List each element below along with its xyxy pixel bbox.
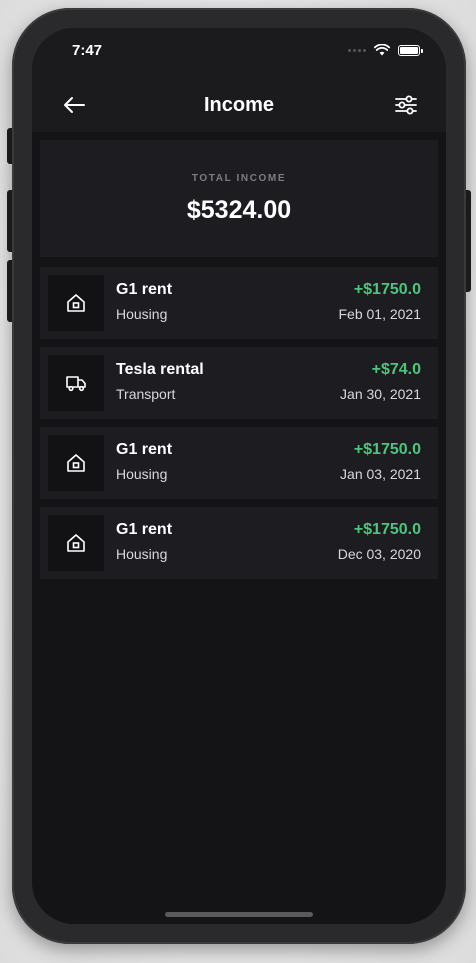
transaction-amount: +$1750.0 <box>353 441 421 458</box>
status-indicators <box>348 44 423 56</box>
home-icon <box>67 454 85 472</box>
notch <box>136 28 342 58</box>
transaction-row[interactable]: G1 rent Housing +$1750.0 Dec 03, 2020 <box>40 507 438 579</box>
transaction-row[interactable]: G1 rent Housing +$1750.0 Jan 03, 2021 <box>40 427 438 499</box>
truck-icon <box>66 376 86 392</box>
category-icon-box <box>48 355 104 411</box>
status-bar: 7:47 <box>32 28 446 78</box>
battery-icon <box>398 44 423 56</box>
wifi-icon <box>374 44 390 56</box>
transaction-title: G1 rent <box>116 281 173 298</box>
transaction-category: Housing <box>116 466 168 482</box>
total-income-label: TOTAL INCOME <box>191 172 287 184</box>
category-icon-box <box>48 275 104 331</box>
transaction-row[interactable]: G1 rent Housing +$1750.0 Feb 01, 2021 <box>40 267 438 339</box>
home-icon <box>67 294 85 312</box>
category-icon-box <box>48 435 104 491</box>
signal-icon <box>348 48 366 52</box>
page-title: Income <box>203 93 275 116</box>
transaction-date: Feb 01, 2021 <box>338 306 421 322</box>
transaction-amount: +$74.0 <box>371 361 421 378</box>
income-content: TOTAL INCOME $5324.00 G1 rent Housing +$… <box>40 140 438 587</box>
transaction-category: Housing <box>116 306 168 322</box>
back-button[interactable] <box>60 91 88 119</box>
device-stage: 7:47 Income TOTAL INCOME $5324.00 G1 ren… <box>0 0 476 963</box>
transaction-title: G1 rent <box>116 521 173 538</box>
arrow-left-icon <box>64 97 85 113</box>
nav-bar: Income <box>32 78 446 132</box>
phone-frame: 7:47 Income TOTAL INCOME $5324.00 G1 ren… <box>12 8 466 944</box>
transaction-date: Jan 03, 2021 <box>340 466 421 482</box>
transaction-title: G1 rent <box>116 441 173 458</box>
transaction-row[interactable]: Tesla rental Transport +$74.0 Jan 30, 20… <box>40 347 438 419</box>
filter-button[interactable] <box>392 91 420 119</box>
home-indicator[interactable] <box>165 912 313 917</box>
transaction-amount: +$1750.0 <box>353 521 421 538</box>
app-screen: 7:47 Income TOTAL INCOME $5324.00 G1 ren… <box>32 28 446 924</box>
home-icon <box>67 534 85 552</box>
transaction-date: Dec 03, 2020 <box>337 546 421 562</box>
total-income-card: TOTAL INCOME $5324.00 <box>40 140 438 257</box>
sliders-icon <box>395 95 417 115</box>
category-icon-box <box>48 515 104 571</box>
transaction-category: Transport <box>116 386 176 402</box>
transaction-title: Tesla rental <box>116 361 204 378</box>
total-income-value: $5324.00 <box>186 195 292 224</box>
transaction-date: Jan 30, 2021 <box>340 386 421 402</box>
transaction-list: G1 rent Housing +$1750.0 Feb 01, 2021 Te… <box>40 267 438 579</box>
transaction-amount: +$1750.0 <box>353 281 421 298</box>
transaction-category: Housing <box>116 546 168 562</box>
status-time: 7:47 <box>72 42 103 59</box>
